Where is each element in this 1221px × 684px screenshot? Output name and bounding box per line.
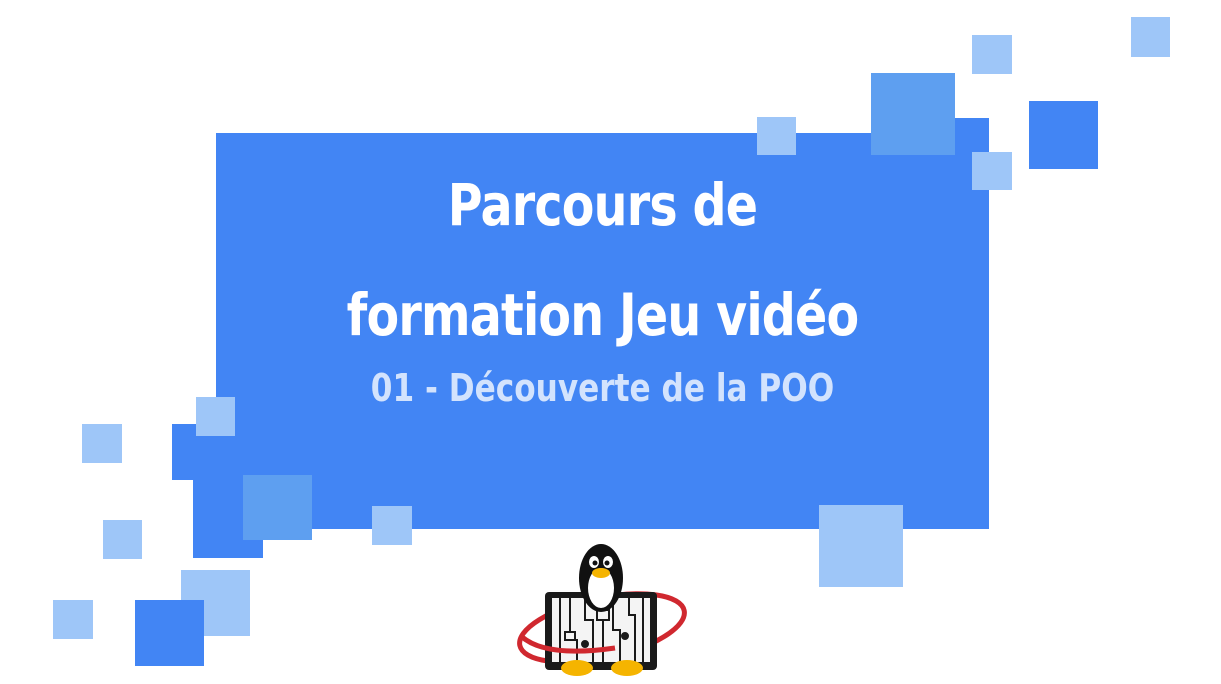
title-card: Parcours de formation Jeu vidéo 01 - Déc…: [216, 133, 989, 529]
tux-penguin-circuit-board-logo: [517, 544, 687, 676]
decor-square: [972, 152, 1012, 190]
decor-square: [972, 35, 1012, 74]
title-line-1: Parcours de: [447, 171, 758, 239]
decor-square: [135, 600, 204, 666]
decor-square: [372, 506, 412, 545]
decor-square: [1131, 17, 1170, 57]
decor-square: [757, 117, 796, 155]
decor-square: [871, 73, 955, 155]
decor-square: [1029, 101, 1098, 169]
decor-square: [819, 505, 903, 587]
decor-square: [82, 424, 122, 463]
decor-square: [196, 397, 235, 436]
subtitle: 01 - Découverte de la POO: [370, 366, 835, 410]
title-line-2: formation Jeu vidéo: [346, 281, 859, 349]
decor-square: [243, 475, 312, 540]
decor-square: [53, 600, 93, 639]
decor-square: [103, 520, 142, 559]
